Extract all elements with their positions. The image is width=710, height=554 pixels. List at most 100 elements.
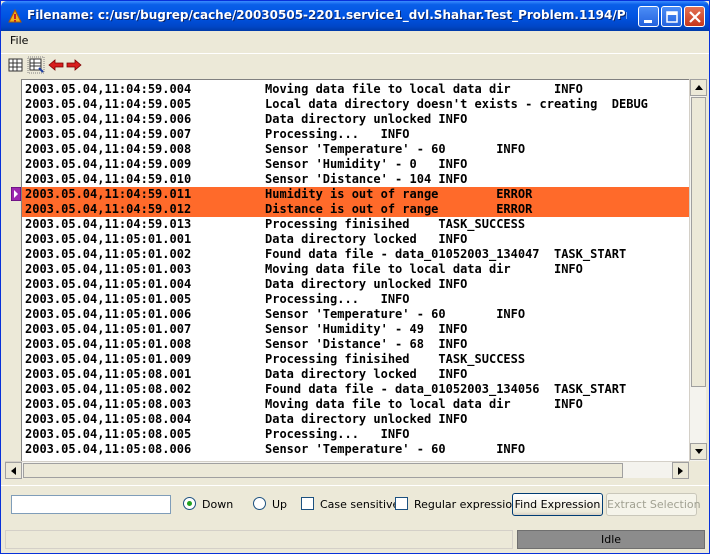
log-row-error[interactable]: 2003.05.04,11:04:59.012 Distance is out o…	[22, 202, 689, 217]
scroll-down-button[interactable]	[690, 443, 707, 460]
log-row[interactable]: 2003.05.04,11:05:01.003 Moving data file …	[22, 262, 689, 277]
log-timestamp: 2003.05.04,11:05:01.005	[25, 292, 192, 306]
find-expression-button[interactable]: Find Expression	[512, 493, 603, 516]
log-row[interactable]: 2003.05.04,11:05:01.008 Sensor 'Distance'…	[22, 337, 689, 352]
log-row[interactable]: 2003.05.04,11:05:01.006 Sensor 'Temperatu…	[22, 307, 689, 322]
arrow-left-small-icon	[11, 467, 16, 475]
scroll-right-button[interactable]	[672, 462, 689, 479]
minimize-button[interactable]	[638, 6, 659, 27]
log-message: Processing finisihed TASK_SUCCESS	[265, 217, 526, 231]
case-sensitive-checkbox[interactable]	[301, 497, 314, 510]
log-message: Sensor 'Distance' - 104 INFO	[265, 172, 468, 186]
regex-label: Regular expression	[414, 498, 520, 511]
log-message: Moving data file to local data dir INFO	[265, 262, 583, 276]
log-timestamp: 2003.05.04,11:05:01.001	[25, 232, 192, 246]
log-timestamp: 2003.05.04,11:05:08.002	[25, 382, 192, 396]
maximize-button[interactable]	[661, 6, 682, 27]
menu-file[interactable]: File	[10, 34, 28, 47]
log-row[interactable]: 2003.05.04,11:05:08.004 Data directory un…	[22, 412, 689, 427]
arrow-down-icon	[695, 449, 703, 454]
log-message: Local data directory doesn't exists - cr…	[265, 97, 648, 111]
log-message: Processing... INFO	[265, 427, 410, 441]
log-row[interactable]: 2003.05.04,11:04:59.010 Sensor 'Distance'…	[22, 172, 689, 187]
log-timestamp: 2003.05.04,11:05:08.005	[25, 427, 192, 441]
log-row[interactable]: 2003.05.04,11:04:59.009 Sensor 'Humidity'…	[22, 157, 689, 172]
arrow-right-small-icon	[678, 467, 683, 475]
direction-up-radio[interactable]	[253, 497, 266, 510]
status-indicator: Idle	[517, 530, 705, 549]
status-message-area	[5, 530, 513, 549]
find-input[interactable]	[11, 495, 171, 514]
arrow-left-icon[interactable]	[47, 56, 65, 74]
app-triangle-icon	[8, 9, 22, 23]
extract-selection-button[interactable]: Extract Selection	[606, 493, 701, 516]
log-timestamp: 2003.05.04,11:05:01.002	[25, 247, 192, 261]
log-message: Distance is out of range ERROR	[265, 202, 533, 216]
log-row[interactable]: 2003.05.04,11:05:08.001 Data directory lo…	[22, 367, 689, 382]
find-bar: Down Up Case sensitive Regular expressio…	[1, 485, 709, 519]
log-message: Moving data file to local data dir INFO	[265, 397, 583, 411]
close-button[interactable]	[684, 6, 705, 27]
grid-icon[interactable]	[7, 56, 25, 74]
log-timestamp: 2003.05.04,11:04:59.006	[25, 112, 192, 126]
horizontal-scrollbar[interactable]	[5, 461, 689, 479]
arrow-right-icon[interactable]	[65, 56, 83, 74]
log-row[interactable]: 2003.05.04,11:05:08.005 Processing... INF…	[22, 427, 689, 442]
log-row[interactable]: 2003.05.04,11:04:59.007 Processing... INF…	[22, 127, 689, 142]
log-message: Processing... INFO	[265, 292, 410, 306]
direction-down-radio[interactable]	[183, 497, 196, 510]
log-row[interactable]: 2003.05.04,11:05:01.007 Sensor 'Humidity'…	[22, 322, 689, 337]
log-message: Found data file - data_01052003_134056 T…	[265, 382, 627, 396]
log-timestamp: 2003.05.04,11:05:08.001	[25, 367, 192, 381]
direction-down-label: Down	[202, 498, 234, 511]
current-row-marker-icon	[11, 187, 21, 201]
log-timestamp: 2003.05.04,11:05:08.006	[25, 442, 192, 456]
menu-bar: File	[1, 31, 709, 51]
log-timestamp: 2003.05.04,11:04:59.009	[25, 157, 192, 171]
horizontal-scroll-thumb[interactable]	[23, 463, 623, 478]
log-row[interactable]: 2003.05.04,11:05:08.002 Found data file -…	[22, 382, 689, 397]
log-row[interactable]: 2003.05.04,11:04:59.008 Sensor 'Temperatu…	[22, 142, 689, 157]
log-timestamp: 2003.05.04,11:05:01.006	[25, 307, 192, 321]
log-row-error[interactable]: 2003.05.04,11:04:59.011 Humidity is out o…	[22, 187, 689, 202]
log-viewer-window: Filename: c:/usr/bugrep/cache/20030505-2…	[0, 0, 710, 554]
log-row[interactable]: 2003.05.04,11:04:59.004 Moving data file …	[22, 82, 689, 97]
direction-up-label: Up	[272, 498, 288, 511]
log-timestamp: 2003.05.04,11:04:59.013	[25, 217, 192, 231]
log-message: Processing... INFO	[265, 127, 410, 141]
log-timestamp: 2003.05.04,11:04:59.008	[25, 142, 192, 156]
vertical-scroll-thumb[interactable]	[691, 97, 706, 387]
log-message: Found data file - data_01052003_134047 T…	[265, 247, 627, 261]
log-row[interactable]: 2003.05.04,11:04:59.006 Data directory un…	[22, 112, 689, 127]
scroll-up-button[interactable]	[690, 79, 707, 96]
log-row[interactable]: 2003.05.04,11:05:01.005 Processing... INF…	[22, 292, 689, 307]
log-row[interactable]: 2003.05.04,11:05:08.003 Moving data file …	[22, 397, 689, 412]
log-row[interactable]: 2003.05.04,11:05:01.001 Data directory lo…	[22, 232, 689, 247]
log-message: Moving data file to local data dir INFO	[265, 82, 583, 96]
log-row[interactable]: 2003.05.04,11:05:01.002 Found data file -…	[22, 247, 689, 262]
log-row[interactable]: 2003.05.04,11:05:01.009 Processing finisi…	[22, 352, 689, 367]
regex-checkbox[interactable]	[395, 497, 408, 510]
log-row[interactable]: 2003.05.04,11:04:59.005 Local data direct…	[22, 97, 689, 112]
grid-refresh-icon[interactable]	[27, 56, 45, 74]
log-timestamp: 2003.05.04,11:05:01.009	[25, 352, 192, 366]
vertical-scrollbar[interactable]	[689, 79, 707, 461]
log-timestamp: 2003.05.04,11:05:01.008	[25, 337, 192, 351]
title-bar[interactable]: Filename: c:/usr/bugrep/cache/20030505-2…	[1, 1, 709, 31]
log-message: Sensor 'Temperature' - 60 INFO	[265, 142, 526, 156]
log-row[interactable]: 2003.05.04,11:05:08.006 Sensor 'Temperatu…	[22, 442, 689, 457]
log-row[interactable]: 2003.05.04,11:05:01.004 Data directory un…	[22, 277, 689, 292]
scroll-left-button[interactable]	[5, 462, 22, 479]
log-timestamp: 2003.05.04,11:05:08.004	[25, 412, 192, 426]
log-message: Sensor 'Humidity' - 49 INFO	[265, 322, 468, 336]
log-message: Data directory locked INFO	[265, 367, 468, 381]
log-list[interactable]: 2003.05.04,11:04:59.004 Moving data file …	[21, 79, 689, 461]
log-row[interactable]: 2003.05.04,11:04:59.013 Processing finisi…	[22, 217, 689, 232]
log-timestamp: 2003.05.04,11:04:59.007	[25, 127, 192, 141]
log-timestamp: 2003.05.04,11:04:59.012	[25, 202, 192, 216]
maximize-icon	[666, 11, 678, 23]
log-timestamp: 2003.05.04,11:05:01.007	[25, 322, 192, 336]
log-timestamp: 2003.05.04,11:04:59.005	[25, 97, 192, 111]
log-timestamp: 2003.05.04,11:04:59.010	[25, 172, 192, 186]
log-timestamp: 2003.05.04,11:04:59.004	[25, 82, 192, 96]
